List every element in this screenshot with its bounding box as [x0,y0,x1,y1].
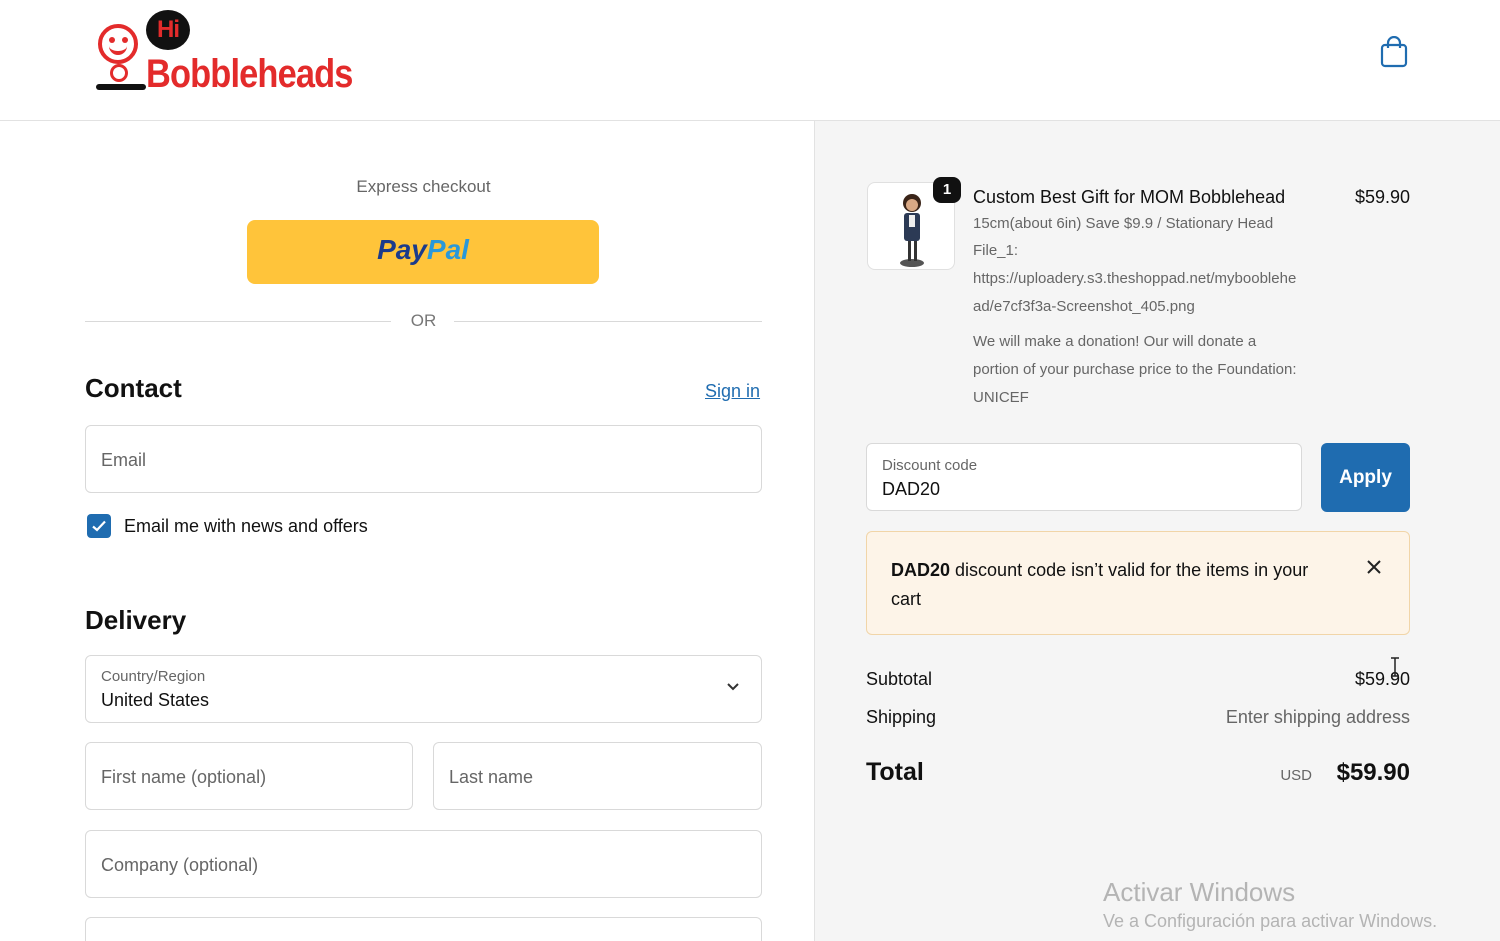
delivery-heading: Delivery [85,605,187,635]
address-field[interactable] [85,917,762,941]
checkmark-icon [92,520,106,532]
discount-error-banner: DAD20 discount code isn’t valid for the … [866,531,1410,635]
donation-text-3: UNICEF [973,389,1029,406]
total-currency: USD [1280,767,1312,784]
product-variant: 15cm(about 6in) Save $9.9 / Stationary H… [973,215,1274,232]
shopping-bag-icon[interactable] [1380,36,1408,68]
last-name-placeholder: Last name [449,767,534,787]
paypal-button[interactable]: PayPal [247,220,599,284]
newsletter-checkbox[interactable] [87,514,111,538]
or-divider: OR [85,311,762,333]
quantity-badge: 1 [933,177,961,203]
country-label: Country/Region [101,668,206,685]
product-file-label: File_1: [973,242,1019,259]
subtotal-value: $59.90 [1354,669,1410,689]
windows-activation-subtitle: Ve a Configuración para activar Windows. [1103,911,1438,931]
smiley-face-icon [98,24,138,64]
subtotal-label: Subtotal [866,669,933,689]
email-placeholder: Email [101,450,147,470]
express-checkout-label: Express checkout [356,177,491,196]
order-summary: 1 Custom Best Gift for MOM Bobblehead $5… [815,121,1500,941]
store-logo[interactable]: Hi Bobbleheads [96,10,376,96]
product-price: $59.90 [1355,187,1411,207]
windows-activation-title: Activar Windows [1103,877,1296,907]
total-label: Total [866,758,924,786]
text-cursor-icon [1391,657,1399,677]
product-name: Custom Best Gift for MOM Bobblehead [973,187,1286,207]
first-name-placeholder: First name (optional) [101,767,267,787]
close-icon[interactable] [1365,558,1383,576]
discount-code-input[interactable]: Discount code DAD20 [866,443,1302,511]
spring-icon [110,64,128,82]
contact-heading: Contact [85,373,182,403]
country-select[interactable]: Country/Region United States [85,655,762,723]
checkout-form: Express checkout PayPal OR Contact Sign … [0,121,815,941]
discount-label: Discount code [882,457,978,474]
shipping-value: Enter shipping address [1225,707,1410,727]
product-file-url-2: ad/e7cf3f3a-Screenshot_405.png [973,298,1195,315]
logo-wordmark: Bobbleheads [146,52,353,96]
discount-value: DAD20 [882,479,941,499]
company-placeholder: Company (optional) [101,855,259,875]
apply-discount-button[interactable]: Apply [1321,443,1410,512]
sign-in-link[interactable]: Sign in [705,381,760,402]
donation-text-1: We will make a donation! Our will donate… [973,333,1257,350]
donation-text-2: portion of your purchase price to the Fo… [973,361,1297,378]
email-field[interactable]: Email [85,425,762,493]
country-value: United States [101,690,210,710]
product-file-url: https://uploadery.s3.theshoppad.net/mybo… [973,270,1297,287]
total-value: $59.90 [1336,759,1410,786]
speech-bubble-icon: Hi [146,10,190,50]
chevron-down-icon [727,683,739,691]
paypal-logo: PayPal [377,234,469,265]
logo-base [96,84,146,90]
newsletter-label[interactable]: Email me with news and offers [124,516,368,537]
site-header: Hi Bobbleheads [0,0,1500,121]
first-name-field[interactable]: First name (optional) [85,742,413,810]
discount-error-message: DAD20 discount code isn’t valid for the … [891,560,1309,609]
shipping-label: Shipping [866,707,937,727]
company-field[interactable]: Company (optional) [85,830,762,898]
last-name-field[interactable]: Last name [433,742,762,810]
